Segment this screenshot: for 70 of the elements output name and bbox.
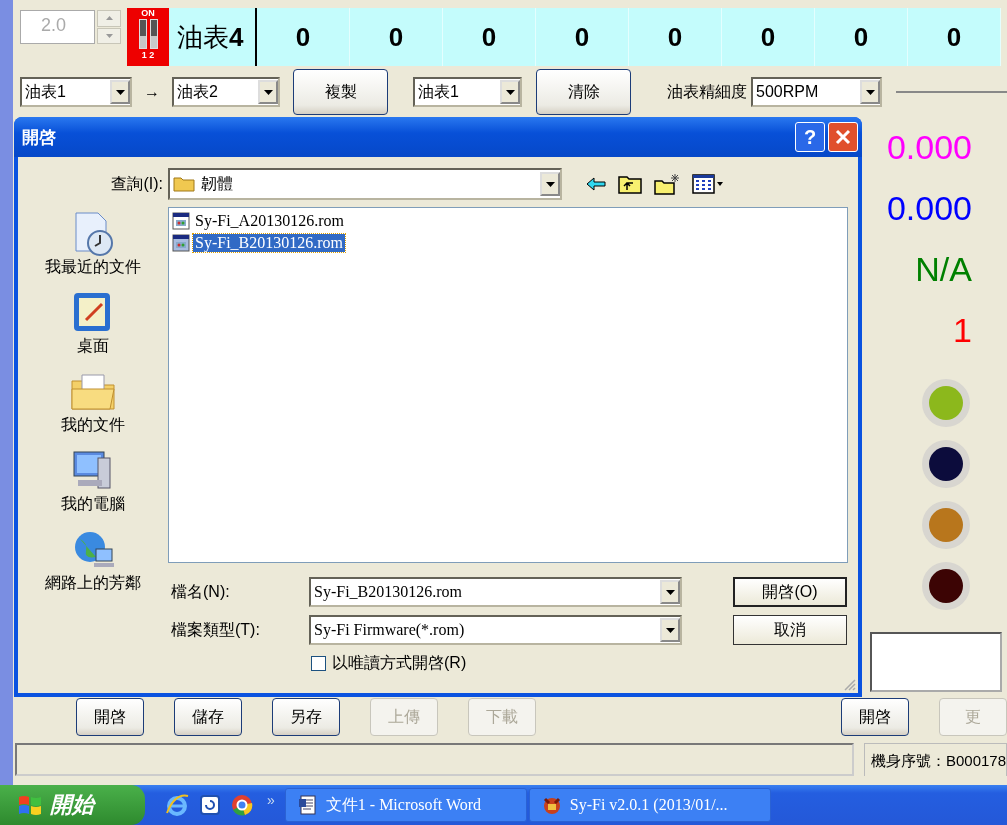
- browser-e-icon[interactable]: [165, 793, 189, 817]
- windows-flag-icon: [18, 794, 42, 816]
- resize-grip-icon[interactable]: [844, 679, 856, 691]
- rom-file-icon: [172, 212, 190, 230]
- value-cell: 0: [629, 8, 722, 66]
- switch-lever[interactable]: [149, 19, 158, 49]
- resolution-select[interactable]: 500RPM: [751, 77, 882, 107]
- switch-numbers: 1 2: [141, 50, 155, 60]
- new-folder-icon[interactable]: [654, 173, 680, 195]
- readonly-label: 以唯讀方式開啓(R): [332, 653, 467, 673]
- serial-number: 機身序號：B000178: [870, 752, 1006, 769]
- down-triangle-icon: [105, 33, 113, 38]
- dialog-title: 開啓: [22, 126, 56, 149]
- taskbar-button[interactable]: Sy-Fi v2.0.1 (2013/01/...: [528, 788, 771, 822]
- close-icon[interactable]: [828, 122, 858, 152]
- copy-button[interactable]: 複製: [293, 69, 388, 115]
- overflow-chevron[interactable]: »: [267, 792, 275, 808]
- taskbar-button[interactable]: 文件1 - Microsoft Word: [284, 788, 527, 822]
- text-box[interactable]: [870, 632, 1002, 692]
- places-item[interactable]: 我的文件: [61, 369, 125, 446]
- file-name-label: 檔名(N):: [170, 581, 231, 602]
- arrow-text: →: [144, 83, 160, 101]
- value-cell: 0: [908, 8, 1001, 66]
- action-button[interactable]: 另存: [272, 698, 340, 736]
- view-menu-icon[interactable]: [692, 174, 724, 194]
- mascot-icon: [541, 795, 562, 815]
- gauge-label: 油表4: [169, 8, 257, 66]
- folder-icon: [173, 176, 195, 192]
- resolution-label: 油表精細度: [667, 81, 747, 102]
- value-cell: 0: [257, 8, 350, 66]
- action-button[interactable]: 儲存: [174, 698, 242, 736]
- document-icon: [297, 795, 318, 815]
- file-name-field[interactable]: Sy-Fi_B20130126.rom: [309, 577, 682, 607]
- file-type-select[interactable]: Sy-Fi Firmware(*.rom): [309, 615, 682, 645]
- chrome-icon[interactable]: [231, 794, 253, 816]
- help-button[interactable]: ?: [795, 122, 825, 152]
- switch-on-label: ON: [141, 8, 155, 18]
- cancel-button[interactable]: 取消: [733, 615, 847, 645]
- value-cell: 0: [350, 8, 443, 66]
- look-in-label: 查詢(I):: [110, 173, 164, 194]
- target-select[interactable]: 油表2: [172, 77, 280, 107]
- reading-value: 1: [953, 310, 972, 351]
- value-cell: 0: [815, 8, 908, 66]
- action-button[interactable]: 開啓: [76, 698, 144, 736]
- file-item[interactable]: Sy-Fi_B20130126.rom: [172, 234, 844, 252]
- places-item[interactable]: 我的電腦: [61, 448, 125, 525]
- reading-value: N/A: [915, 249, 972, 290]
- file-item[interactable]: Sy-Fi_A20130126.rom: [172, 212, 844, 230]
- back-arrow-icon[interactable]: [586, 177, 606, 191]
- clear-button[interactable]: 清除: [536, 69, 631, 115]
- open-button[interactable]: 開啓(O): [733, 577, 847, 607]
- up-triangle-icon: [105, 16, 113, 21]
- up-folder-icon[interactable]: [618, 174, 642, 194]
- places-item[interactable]: 網路上的芳鄰: [45, 527, 141, 604]
- value-cell: 0: [536, 8, 629, 66]
- action-button[interactable]: 開啓: [841, 698, 909, 736]
- switch-lever[interactable]: [138, 19, 147, 49]
- source-select[interactable]: 油表1: [20, 77, 132, 107]
- value-cell: 0: [722, 8, 815, 66]
- refresh-page-icon[interactable]: [199, 794, 221, 816]
- places-item[interactable]: 我最近的文件: [45, 211, 141, 288]
- readonly-checkbox[interactable]: [311, 656, 326, 671]
- clear-select[interactable]: 油表1: [413, 77, 522, 107]
- places-item[interactable]: 桌面: [68, 290, 118, 367]
- value-cell: 0: [443, 8, 536, 66]
- look-in-combo[interactable]: 韌體: [168, 168, 562, 200]
- reading-value: 0.000: [886, 127, 972, 168]
- file-type-label: 檔案類型(T):: [170, 619, 261, 640]
- rom-file-icon: [172, 234, 190, 252]
- reading-value: 0.000: [886, 188, 972, 229]
